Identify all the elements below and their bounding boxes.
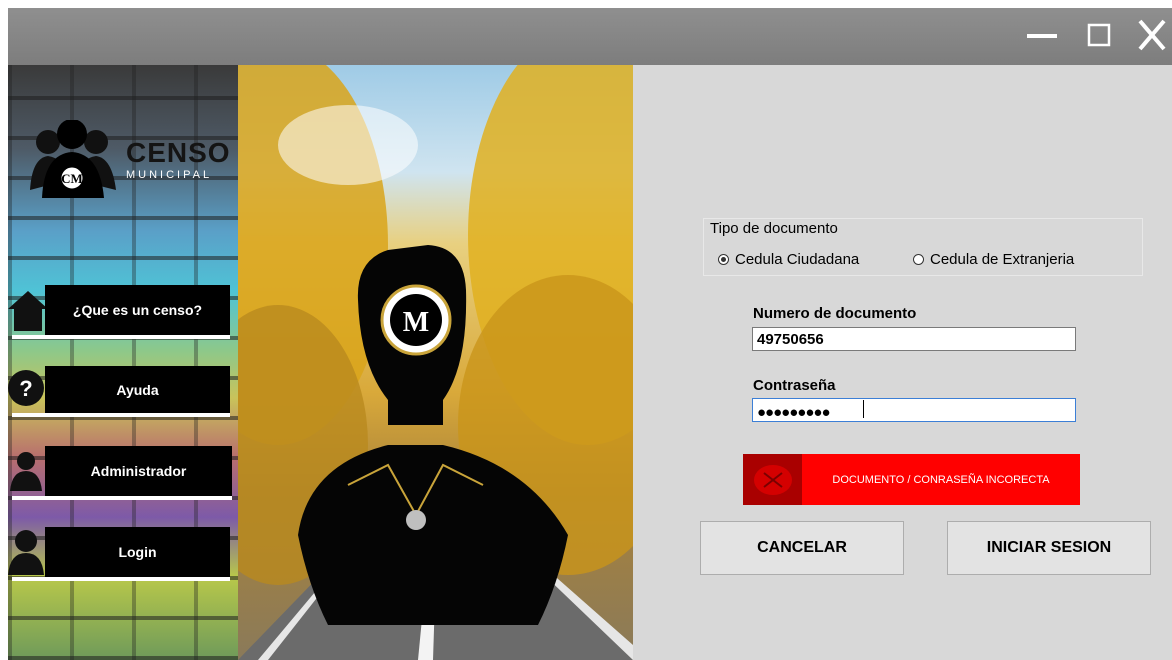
password-masked-value: ●●●●●●●●●: [757, 404, 831, 421]
user-icon: [8, 530, 44, 575]
sidebar-item-label: Administrador: [90, 463, 187, 479]
login-button-label: INICIAR SESION: [986, 539, 1112, 556]
password-label: Contraseña: [753, 377, 836, 394]
sidebar-divider: [12, 335, 230, 339]
doc-number-label: Numero de documento: [753, 305, 917, 322]
text-caret: [863, 400, 864, 418]
sidebar-item-label: Ayuda: [116, 382, 159, 398]
sidebar-item-label: Login: [118, 544, 157, 560]
radio-label: Cedula Ciudadana: [735, 251, 860, 268]
sidebar-item-administrador[interactable]: Administrador: [45, 446, 232, 496]
minimize-icon: [1027, 34, 1057, 38]
error-message: DOCUMENTO / CONRASEÑA INCORECTA: [832, 473, 1050, 486]
radio-unselected-icon: [913, 254, 924, 265]
maximize-icon: [1087, 23, 1111, 47]
sidebar-item-login[interactable]: Login: [45, 527, 230, 577]
road-photo-image: M: [238, 65, 633, 660]
logo-subtitle: MUNICIPAL: [126, 169, 213, 181]
sidebar: CM CENSO MUNICIPAL ¿Que es un censo? ? A…: [8, 65, 238, 660]
sidebar-item-label: ¿Que es un censo?: [72, 302, 203, 318]
error-x-icon: [753, 464, 792, 495]
logo-title: CENSO: [126, 137, 231, 168]
admin-icon: [10, 452, 42, 491]
login-window: CM CENSO MUNICIPAL ¿Que es un censo? ? A…: [8, 8, 1172, 660]
sidebar-item-que-es-un-censo[interactable]: ¿Que es un censo?: [45, 285, 230, 335]
sidebar-divider: [12, 577, 230, 581]
radio-label: Cedula de Extranjeria: [930, 251, 1075, 268]
radio-cedula-extranjeria[interactable]: Cedula de Extranjeria: [913, 251, 1074, 268]
close-icon: [1138, 19, 1166, 51]
radio-cedula-ciudadana[interactable]: Cedula Ciudadana: [718, 251, 859, 268]
error-box: [743, 454, 802, 505]
minimize-button[interactable]: [1018, 8, 1066, 65]
svg-text:M: M: [403, 307, 429, 338]
cancel-button-label: CANCELAR: [757, 539, 847, 556]
doc-number-input[interactable]: [752, 327, 1076, 351]
login-button[interactable]: INICIAR SESION: [947, 521, 1151, 575]
background-photo: M: [238, 65, 633, 660]
logo-emblem-letters: CM: [61, 171, 83, 186]
svg-text:?: ?: [19, 376, 32, 401]
help-icon: ?: [8, 370, 44, 406]
login-form: Tipo de documento Cedula Ciudadana Cedul…: [633, 65, 1172, 660]
error-banner: DOCUMENTO / CONRASEÑA INCORECTA: [743, 454, 1080, 505]
sidebar-divider: [12, 413, 230, 417]
sidebar-item-ayuda[interactable]: Ayuda: [45, 366, 230, 414]
home-icon: [8, 291, 48, 331]
maximize-button[interactable]: [1075, 8, 1123, 65]
title-bar[interactable]: [8, 8, 1172, 65]
cancel-button[interactable]: CANCELAR: [700, 521, 904, 575]
radio-selected-icon: [718, 254, 729, 265]
sidebar-divider: [12, 496, 232, 500]
close-button[interactable]: [1132, 8, 1172, 65]
